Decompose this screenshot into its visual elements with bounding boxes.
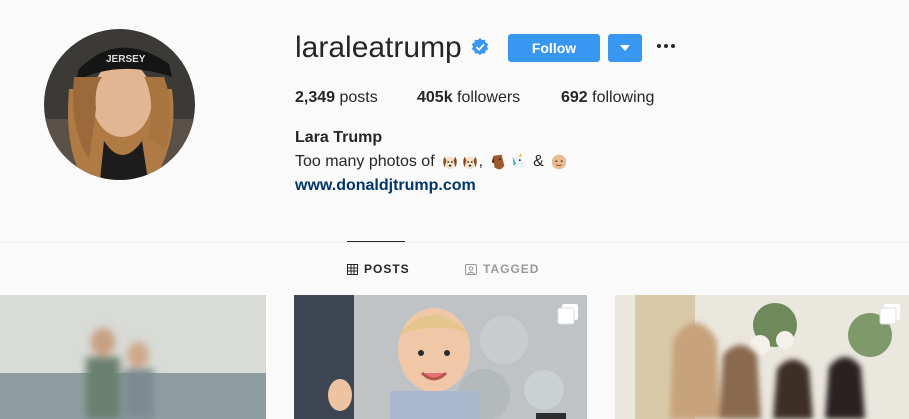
bio-separator-comma: , [478, 153, 484, 170]
tab-posts-label: POSTS [364, 262, 410, 276]
svg-text:JERSEY: JERSEY [106, 54, 146, 65]
dog-face-icon [462, 156, 477, 170]
profile-bio: Too many photos of , & [295, 153, 568, 171]
tab-tagged-label: TAGGED [483, 262, 540, 276]
bio-separator-ampersand: & [533, 153, 544, 170]
tab-posts[interactable]: POSTS [347, 262, 410, 276]
active-tab-indicator [347, 241, 405, 242]
tagged-person-icon [465, 263, 477, 275]
bio-text: Too many photos of [295, 153, 435, 170]
followers-count: 405k [417, 89, 453, 106]
profile-username: laraleatrump [295, 31, 462, 64]
horse-face-icon [491, 154, 505, 170]
posts-label: posts [339, 89, 378, 106]
follow-button[interactable]: Follow [508, 34, 600, 62]
post-tile[interactable] [0, 295, 266, 419]
profile-full-name: Lara Trump [295, 129, 383, 146]
post-tile[interactable] [294, 295, 587, 419]
more-options-icon[interactable] [656, 36, 676, 58]
following-count: 692 [561, 89, 588, 106]
multiple-photos-icon [557, 304, 578, 325]
suggested-dropdown-button[interactable] [608, 34, 642, 62]
baby-face-icon [551, 154, 566, 170]
post-tile[interactable] [615, 295, 909, 419]
unicorn-face-icon [512, 153, 525, 169]
profile-website-link[interactable]: www.donaldjtrump.com [295, 177, 476, 195]
tabs-divider [0, 242, 909, 243]
posts-stat: 2,349 posts [295, 89, 378, 107]
profile-avatar[interactable]: JERSEY [44, 29, 195, 180]
posts-count: 2,349 [295, 89, 336, 106]
following-label: following [592, 89, 655, 106]
followers-label: followers [457, 89, 521, 106]
chevron-down-icon [620, 45, 630, 51]
following-stat[interactable]: 692 following [561, 89, 654, 107]
grid-icon [347, 263, 358, 275]
multiple-photos-icon [879, 304, 900, 325]
verified-badge-icon [471, 38, 489, 56]
tab-tagged[interactable]: TAGGED [465, 262, 539, 276]
followers-stat[interactable]: 405k followers [417, 89, 520, 107]
dog-face-icon [442, 156, 457, 170]
